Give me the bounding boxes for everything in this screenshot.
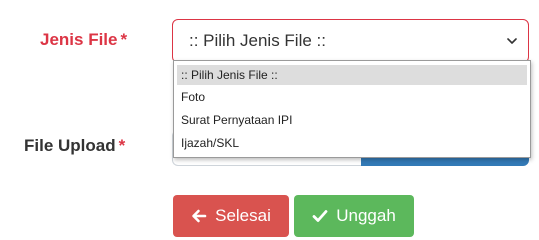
jenis-file-select[interactable]: :: Pilih Jenis File :: — [172, 19, 529, 63]
dropdown-option-foto[interactable]: Foto — [177, 87, 527, 107]
jenis-file-label-text: Jenis File — [40, 30, 118, 49]
dropdown-option-placeholder[interactable]: :: Pilih Jenis File :: — [177, 65, 527, 85]
dropdown-option-surat-pernyataan-ipi[interactable]: Surat Pernyataan IPI — [177, 110, 527, 130]
file-upload-label: File Upload * — [24, 136, 125, 156]
selesai-button-label: Selesai — [215, 206, 271, 225]
unggah-button-label: Unggah — [336, 206, 396, 225]
required-asterisk: * — [118, 136, 126, 155]
jenis-file-label: Jenis File * — [40, 30, 127, 50]
check-icon — [312, 210, 328, 222]
dropdown-option-ijazah-skl[interactable]: Ijazah/SKL — [177, 133, 527, 153]
unggah-button[interactable]: Unggah — [294, 195, 414, 237]
selesai-button[interactable]: Selesai — [173, 195, 289, 237]
arrow-left-icon — [192, 209, 207, 223]
jenis-file-dropdown-list: :: Pilih Jenis File :: Foto Surat Pernya… — [173, 60, 531, 158]
chevron-down-icon — [507, 38, 517, 44]
jenis-file-selected-value: :: Pilih Jenis File :: — [189, 31, 326, 50]
file-upload-label-text: File Upload — [24, 136, 116, 155]
required-asterisk: * — [120, 30, 128, 49]
